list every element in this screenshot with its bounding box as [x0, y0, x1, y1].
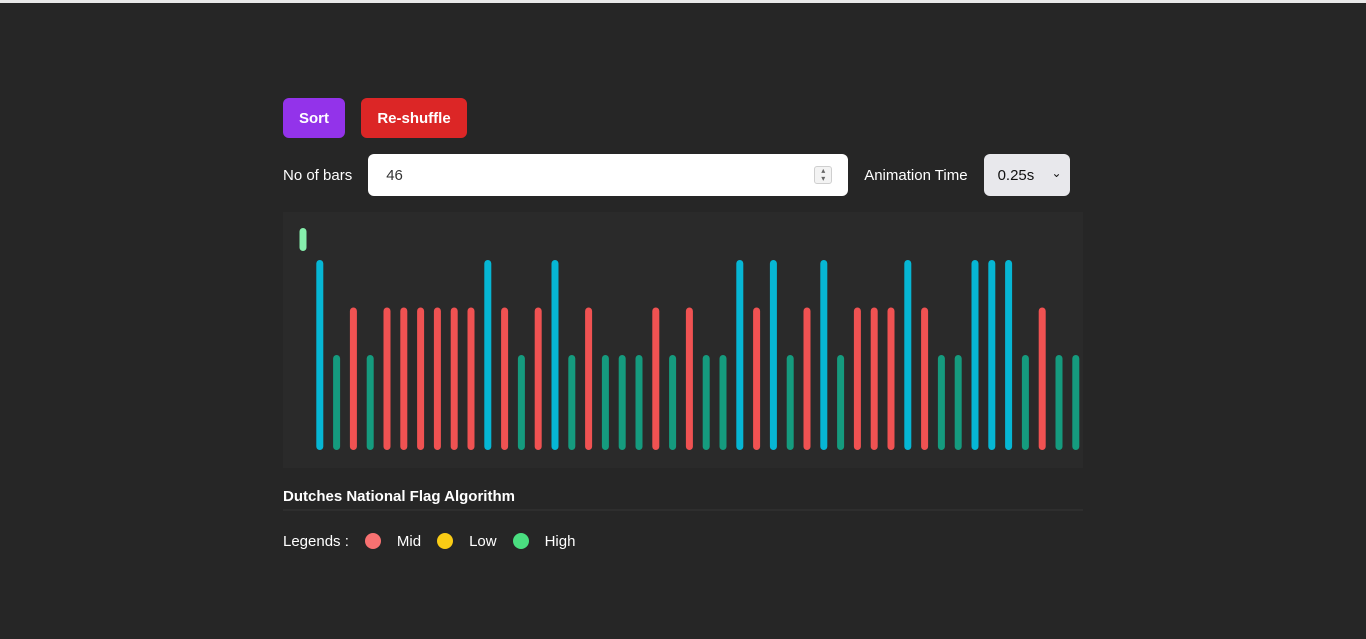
- legends-label: Legends :: [283, 532, 349, 550]
- bars-count-field[interactable]: ▴▾: [368, 154, 849, 196]
- legend-dot-high: [512, 533, 529, 549]
- bar-low: [618, 355, 626, 450]
- bar-high: [904, 260, 912, 450]
- bar-high: [316, 260, 324, 450]
- bar-low: [1055, 355, 1063, 450]
- bar-low: [568, 355, 576, 450]
- bar-mid: [652, 307, 660, 450]
- legend-item-low: Low: [437, 533, 497, 550]
- bar-mid: [887, 307, 895, 450]
- legend-dot-mid: [364, 533, 381, 549]
- controls-row: No of bars ▴▾ Animation Time 0.25s ⌄: [283, 154, 1083, 196]
- bar-low: [786, 355, 794, 450]
- chevron-down-icon: ⌄: [1051, 166, 1062, 180]
- bar-low: [837, 355, 845, 450]
- bar-low: [1021, 355, 1029, 450]
- algorithm-title: Dutches National Flag Algorithm: [283, 488, 515, 505]
- bar-high: [971, 260, 979, 450]
- bar-mid: [417, 307, 425, 450]
- bar-low: [937, 355, 945, 450]
- legend-label-mid: Mid: [396, 532, 422, 550]
- bar-low: [1072, 355, 1080, 450]
- bar-high: [484, 260, 492, 450]
- bar-high: [988, 260, 996, 450]
- bar-high: [820, 260, 828, 450]
- bar-mid: [433, 307, 441, 450]
- bar-low: [635, 355, 643, 450]
- bar-mid: [450, 307, 458, 450]
- bar-high: [551, 260, 559, 450]
- legend-label-high: High: [544, 532, 576, 550]
- bar-mid: [400, 307, 408, 450]
- bar-mid: [467, 307, 475, 450]
- bar-low: [366, 355, 374, 450]
- divider: [283, 509, 1083, 511]
- legend-label-low: Low: [469, 532, 497, 550]
- animation-time-label: Animation Time: [864, 166, 968, 184]
- bar-mid: [585, 307, 593, 450]
- bar-mid: [1038, 307, 1046, 450]
- reshuffle-button[interactable]: Re-shuffle: [361, 98, 467, 138]
- bar-mid: [753, 307, 761, 450]
- bar-high: [769, 260, 777, 450]
- bar-low: [719, 355, 727, 450]
- bar-mid: [921, 307, 929, 450]
- bars-count-input[interactable]: [368, 154, 807, 196]
- bar-mid: [534, 307, 542, 450]
- animation-time-select[interactable]: 0.25s ⌄: [983, 154, 1070, 196]
- bars-svg: [299, 228, 1080, 450]
- bar-high: [1005, 260, 1013, 450]
- legend-item-high: High: [512, 532, 576, 550]
- bar-mark: [299, 228, 307, 251]
- bar-mid: [803, 307, 811, 450]
- bar-mid: [383, 307, 391, 450]
- bars-count-label: No of bars: [283, 166, 353, 184]
- visualizer-container: Sort Re-shuffle No of bars ▴▾ Animation …: [283, 98, 1083, 550]
- bar-mid: [349, 307, 357, 450]
- bar-low: [517, 355, 525, 450]
- bar-mid: [501, 307, 509, 450]
- bar-low: [954, 355, 962, 450]
- legend-item-mid: Mid: [364, 532, 422, 550]
- bar-low: [601, 355, 609, 450]
- bars-chart: [283, 212, 1083, 468]
- legend: Legends : Mid Low High: [283, 530, 575, 552]
- animation-time-value: 0.25s: [997, 166, 1035, 184]
- window-top-border: [0, 0, 1366, 3]
- bar-high: [736, 260, 744, 450]
- bar-mid: [853, 307, 861, 450]
- bar-mid: [685, 307, 693, 450]
- legend-dot-low: [437, 533, 454, 549]
- number-spinner-icon[interactable]: ▴ ▾: [814, 166, 833, 184]
- bar-low: [702, 355, 710, 450]
- sort-button[interactable]: Sort: [283, 98, 345, 138]
- bar-low: [669, 355, 677, 450]
- action-buttons: Sort Re-shuffle: [283, 98, 1083, 138]
- bar-mid: [870, 307, 878, 450]
- bar-low: [333, 355, 341, 450]
